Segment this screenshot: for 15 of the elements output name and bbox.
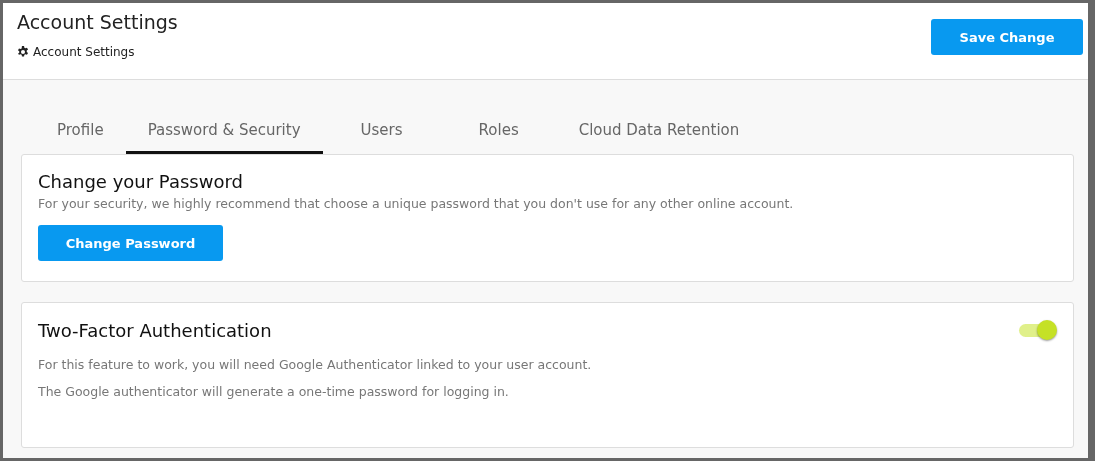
tab[interactable]: Users: [322, 102, 441, 154]
card-description: For your security, we highly recommend that choose a unique password that you don't use for any other online account.: [38, 196, 795, 211]
toggle-switch[interactable]: [1019, 319, 1057, 341]
info-text: The Google authenticator will generate a one-time password for logging in.: [38, 384, 510, 399]
tab[interactable]: Profile: [39, 102, 126, 154]
page-title: Account Settings: [17, 11, 178, 33]
tab[interactable]: Cloud Data Retention: [556, 102, 762, 154]
tab[interactable]: Roles: [440, 102, 557, 154]
settings-icon: [17, 46, 29, 58]
info-text: For this feature to work, you will need Google Authenticator linked to your user account.: [38, 357, 593, 372]
save-button[interactable]: Save Change: [931, 19, 1083, 55]
card-title: Two-Factor Authentication: [38, 319, 272, 341]
card-title: Change your Password: [38, 171, 244, 192]
change-password-button[interactable]: Change Password: [38, 225, 223, 261]
breadcrumb[interactable]: Account Settings: [33, 45, 135, 59]
